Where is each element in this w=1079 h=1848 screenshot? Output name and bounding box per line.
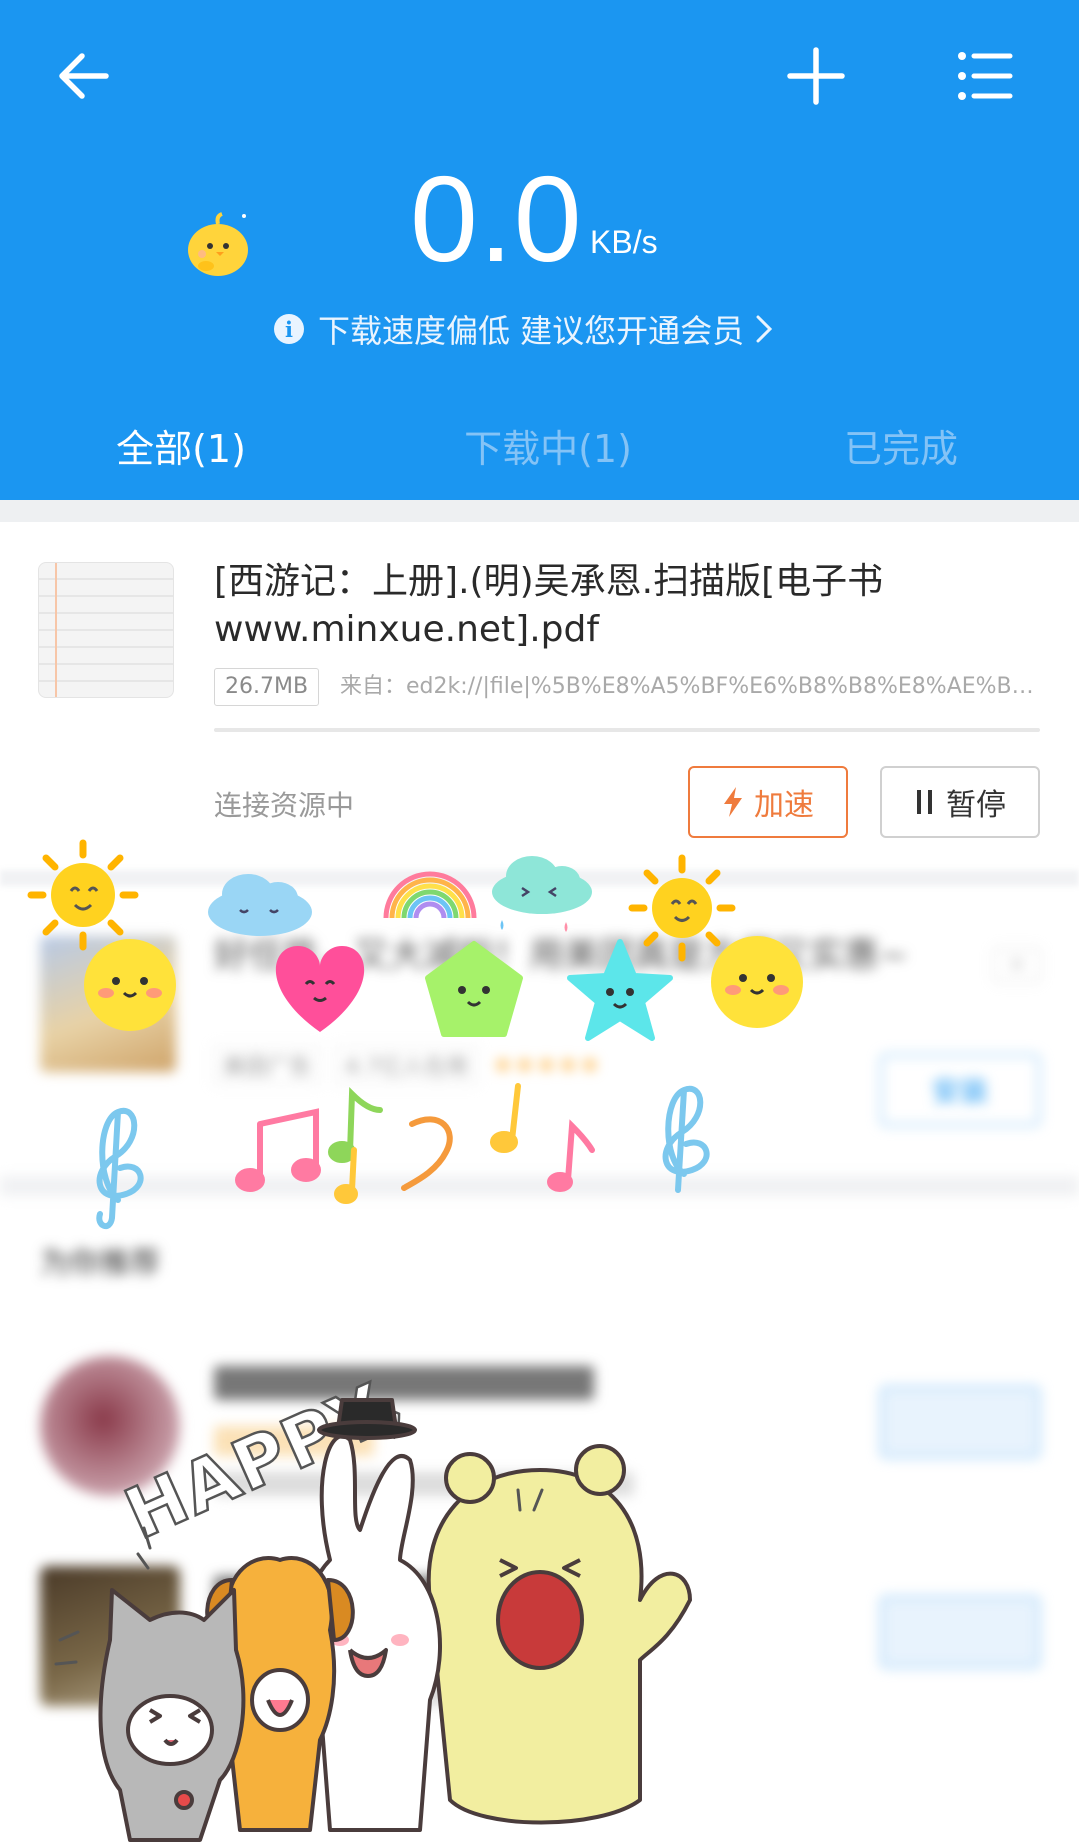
info-icon: i [274,314,304,344]
header: 0.0 KB/s i 下载速度偏低 建议您开通会员 全部(1) 下载中(1) 已… [0,0,1079,500]
back-button[interactable] [44,36,124,116]
list-item-image [40,1566,180,1706]
pause-icon [914,788,936,816]
ad-install-button[interactable]: 安装 [880,1054,1040,1126]
vip-hint[interactable]: i 下载速度偏低 建议您开通会员 [274,306,774,352]
ad-rating-stars: ★★★★★ [493,1052,602,1078]
tab-bar: 全部(1) 下载中(1) 已完成 [0,418,1079,480]
tab-completed[interactable]: 已完成 [826,418,976,480]
lightning-icon [722,786,744,818]
list-item[interactable] [0,1566,1079,1736]
list-item[interactable] [0,1356,1079,1526]
list-item-subtitle [214,1472,634,1496]
list-item-button[interactable] [880,1386,1040,1458]
pause-button[interactable]: 暂停 [880,766,1040,838]
file-name: [西游记：上册].(明)吴承恩.扫描版[电子书www.minxue.net].p… [214,561,884,650]
download-task[interactable]: [西游记：上册].(明)吴承恩.扫描版[电子书www.minxue.net].p… [0,522,1079,870]
list-item-subtitle [214,1682,634,1706]
add-task-button[interactable] [776,36,856,116]
list-item-tag [214,1636,374,1666]
section-title: 为你推荐 [40,1246,160,1281]
ad-users: 4.7亿人在用 [336,1046,478,1084]
divider [0,500,1079,522]
menu-button[interactable] [944,36,1024,116]
tab-downloading[interactable]: 下载中(1) [448,418,648,480]
list-item-button[interactable] [880,1596,1040,1668]
chick-mascot-icon [188,212,248,276]
file-thumbnail [38,562,174,698]
pause-label: 暂停 [946,788,1006,823]
plus-icon [787,47,845,105]
file-size: 26.7MB [214,668,320,706]
progress-bar [214,728,1040,732]
speed-value: 0.0 [410,151,583,287]
list-item-tag [214,1426,374,1456]
ad-tag: 美团广告 [214,1046,321,1084]
divider [0,1176,1079,1196]
task-status: 连接资源中 [214,789,355,822]
vip-hint-text: 下载速度偏低 建议您开通会员 [318,312,745,350]
chevron-right-icon [756,315,773,343]
ad-close-button[interactable]: × [994,948,1040,982]
file-source: 来自：ed2k://|file|%5B%E8%A5%BF%E6%B8%B8%E8… [340,674,1040,699]
tab-all[interactable]: 全部(1) [96,418,266,480]
speedup-button[interactable]: 加速 [688,766,848,838]
arrow-left-icon [59,53,109,99]
speed-unit: KB/s [590,224,658,260]
ad-meta: 美团广告 4.7亿人在用 ★★★★★ [214,1046,602,1084]
list-menu-icon [958,52,1013,100]
list-item-image [40,1356,180,1496]
divider [0,870,1079,886]
list-item-title [214,1576,594,1610]
speedup-label: 加速 [754,788,814,823]
ad-thumbnail [40,936,176,1072]
ad-title[interactable]: 好任性，又大减啦！用美团真是方便又实惠~ [214,932,934,980]
blurred-content: 好任性，又大减啦！用美团真是方便又实惠~ × 美团广告 4.7亿人在用 ★★★★… [0,886,1079,1848]
list-item-title [214,1366,594,1400]
